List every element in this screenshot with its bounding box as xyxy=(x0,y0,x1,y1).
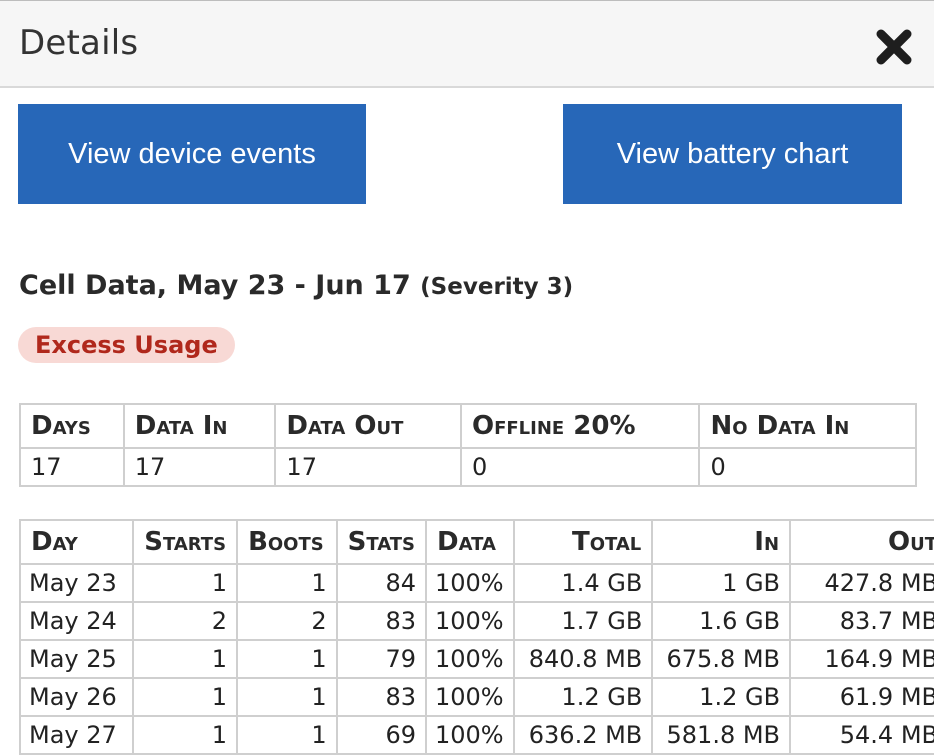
summary-days-value: 17 xyxy=(19,447,125,487)
cell-in: 581.8 MB xyxy=(651,715,792,755)
cell-boots: 1 xyxy=(236,639,338,679)
cell-stats: 79 xyxy=(335,639,428,679)
cell-day: May 23 xyxy=(18,563,135,603)
header-total: Total xyxy=(512,519,654,565)
cell-data-title: Cell Data, May 23 - Jun 17 xyxy=(19,270,411,301)
header-boots: Boots xyxy=(236,519,338,565)
cell-out: 61.9 MB xyxy=(789,677,934,717)
view-device-events-button[interactable]: View device events xyxy=(18,104,366,204)
table-row: May 25 1 1 79 100% 840.8 MB 675.8 MB 164… xyxy=(18,639,934,679)
table-row: May 24 2 2 83 100% 1.7 GB 1.6 GB 83.7 MB xyxy=(18,601,934,641)
summary-offline-value: 0 xyxy=(459,447,701,487)
cell-day: May 24 xyxy=(18,601,135,641)
summary-header-no-data-in: No Data In xyxy=(698,403,917,449)
cell-stats: 83 xyxy=(335,677,428,717)
cell-stats: 84 xyxy=(335,563,428,603)
cell-boots: 2 xyxy=(236,601,338,641)
cell-out: 83.7 MB xyxy=(789,601,934,641)
cell-stats: 69 xyxy=(335,715,428,755)
cell-day: May 26 xyxy=(18,677,135,717)
summary-header-days: Days xyxy=(19,403,125,449)
close-icon xyxy=(876,29,912,65)
header-out: Out xyxy=(789,519,934,565)
summary-header-row: Days Data In Data Out Offline 20% No Dat… xyxy=(19,403,917,449)
cell-out: 164.9 MB xyxy=(789,639,934,679)
summary-no-data-in-value: 0 xyxy=(698,447,917,487)
cell-starts: 1 xyxy=(132,715,239,755)
cell-in: 1.6 GB xyxy=(651,601,792,641)
cell-total: 636.2 MB xyxy=(512,715,654,755)
cell-starts: 1 xyxy=(132,677,239,717)
cell-in: 675.8 MB xyxy=(651,639,792,679)
cell-total: 1.7 GB xyxy=(512,601,654,641)
cell-starts: 1 xyxy=(132,639,239,679)
table-row: May 23 1 1 84 100% 1.4 GB 1 GB 427.8 MB xyxy=(18,563,934,603)
summary-header-data-in: Data In xyxy=(122,403,277,449)
cell-total: 1.4 GB xyxy=(512,563,654,603)
daily-usage-table: Day Starts Boots Stats Data Total In Out… xyxy=(18,519,934,755)
cell-data: 100% xyxy=(425,563,515,603)
header-data: Data xyxy=(425,519,515,565)
cell-out: 427.8 MB xyxy=(789,563,934,603)
cell-stats: 83 xyxy=(335,601,428,641)
table-row: May 27 1 1 69 100% 636.2 MB 581.8 MB 54.… xyxy=(18,715,934,755)
header-starts: Starts xyxy=(132,519,239,565)
header-day: Day xyxy=(18,519,135,565)
cell-data: 100% xyxy=(425,677,515,717)
page-title: Details xyxy=(19,23,139,63)
cell-total: 1.2 GB xyxy=(512,677,654,717)
severity-label: (Severity 3) xyxy=(420,274,574,300)
summary-value-row: 17 17 17 0 0 xyxy=(19,447,917,487)
details-header: Details xyxy=(0,0,934,88)
cell-starts: 2 xyxy=(132,601,239,641)
cell-data: 100% xyxy=(425,639,515,679)
cell-day: May 27 xyxy=(18,715,135,755)
status-badge: Excess Usage xyxy=(18,327,235,363)
cell-boots: 1 xyxy=(236,677,338,717)
cell-data-heading: Cell Data, May 23 - Jun 17 (Severity 3) xyxy=(19,270,573,301)
cell-in: 1 GB xyxy=(651,563,792,603)
cell-day: May 25 xyxy=(18,639,135,679)
close-button[interactable] xyxy=(872,25,916,69)
cell-starts: 1 xyxy=(132,563,239,603)
summary-header-offline: Offline 20% xyxy=(459,403,701,449)
daily-header-row: Day Starts Boots Stats Data Total In Out xyxy=(18,519,934,565)
summary-table: Days Data In Data Out Offline 20% No Dat… xyxy=(19,403,917,487)
summary-data-out-value: 17 xyxy=(274,447,462,487)
cell-out: 54.4 MB xyxy=(789,715,934,755)
cell-boots: 1 xyxy=(236,715,338,755)
cell-boots: 1 xyxy=(236,563,338,603)
header-in: In xyxy=(651,519,792,565)
table-row: May 26 1 1 83 100% 1.2 GB 1.2 GB 61.9 MB xyxy=(18,677,934,717)
summary-header-data-out: Data Out xyxy=(274,403,462,449)
cell-in: 1.2 GB xyxy=(651,677,792,717)
cell-data: 100% xyxy=(425,715,515,755)
view-battery-chart-button[interactable]: View battery chart xyxy=(563,104,902,204)
header-stats: Stats xyxy=(335,519,428,565)
summary-data-in-value: 17 xyxy=(122,447,277,487)
cell-data: 100% xyxy=(425,601,515,641)
cell-total: 840.8 MB xyxy=(512,639,654,679)
